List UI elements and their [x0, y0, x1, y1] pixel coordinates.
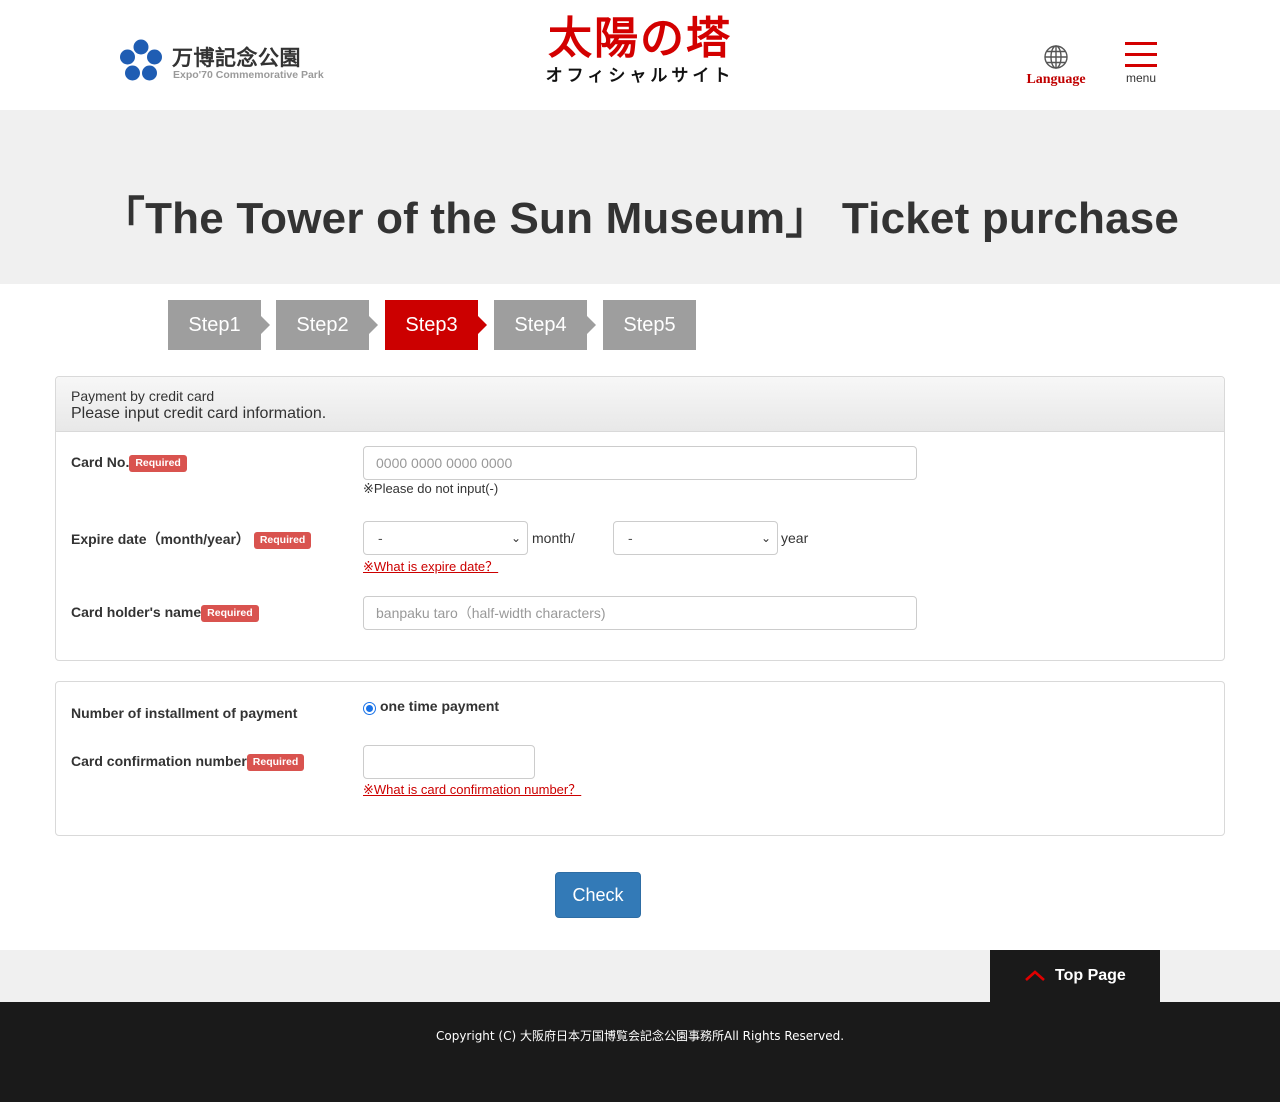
card-number-label: Card No. Required: [71, 454, 187, 472]
site-subtitle: オフィシャルサイト: [545, 66, 735, 86]
step-1: Step1: [168, 300, 270, 350]
site-title: 太陽の塔: [548, 13, 732, 64]
one-time-payment-label[interactable]: one time payment: [380, 698, 499, 714]
expire-date-label-text: Expire date（month/year）: [71, 531, 250, 547]
panel-heading-small: Payment by credit card: [71, 388, 215, 404]
card-holder-label: Card holder's name Required: [71, 604, 259, 622]
footer-copyright: Copyright (C) 大阪府日本万国博覧会記念公園事務所All Right…: [435, 1029, 845, 1043]
hamburger-icon-bar: [1125, 53, 1157, 56]
top-page-button[interactable]: Top Page: [990, 950, 1160, 1002]
expire-month-value: -: [378, 530, 383, 546]
top-page-label: Top Page: [1055, 967, 1126, 984]
card-holder-label-text: Card holder's name: [71, 604, 202, 620]
required-badge: Required: [129, 455, 187, 472]
hamburger-icon-bar: [1125, 64, 1157, 67]
expire-month-select[interactable]: - ⌄: [363, 521, 528, 555]
menu-label: menu: [1125, 71, 1157, 85]
expo-flower-icon: [120, 39, 162, 81]
park-logo-english: Expo'70 Commemorative Park: [173, 69, 324, 81]
globe-icon: [1044, 45, 1068, 69]
check-button[interactable]: Check: [555, 872, 641, 918]
month-unit-label: month/: [532, 530, 575, 546]
panel-heading-main: Please input credit card information.: [71, 405, 327, 422]
hamburger-icon: [1125, 42, 1157, 45]
year-unit-label: year: [781, 530, 809, 546]
payment-options-panel: Number of installment of payment one tim…: [55, 681, 1225, 836]
expo-park-logo[interactable]: 万博記念公園 Expo'70 Commemorative Park: [118, 38, 348, 86]
park-logo-japanese: 万博記念公園: [172, 46, 301, 70]
step-5: Step5: [603, 300, 696, 350]
required-badge: Required: [201, 605, 259, 622]
tower-of-sun-logo[interactable]: 太陽の塔 オフィシャルサイト: [540, 13, 740, 87]
expire-year-value: -: [628, 530, 633, 546]
required-badge: Required: [253, 532, 312, 549]
menu-button[interactable]: menu: [1118, 42, 1164, 85]
chevron-up-icon: [1025, 970, 1045, 981]
card-holder-input[interactable]: banpaku taro（half-width characters): [363, 596, 917, 630]
step-3-active: Step3: [385, 300, 487, 350]
one-time-payment-radio[interactable]: [363, 702, 376, 715]
site-header: 万博記念公園 Expo'70 Commemorative Park 太陽の塔 オ…: [0, 0, 1280, 110]
expire-date-help-link[interactable]: ※What is expire date？: [363, 556, 498, 575]
chevron-down-icon: ⌄: [760, 531, 771, 545]
page-title: 「The Tower of the Sun Museum」 Ticket pur…: [100, 194, 1180, 243]
confirmation-number-label-text: Card confirmation number: [71, 753, 247, 769]
card-number-note: ※Please do not input(-): [363, 481, 499, 496]
required-badge: Required: [246, 754, 305, 771]
step-4: Step4: [494, 300, 596, 350]
title-band: 「The Tower of the Sun Museum」 Ticket pur…: [0, 110, 1280, 284]
language-label: Language: [1026, 72, 1086, 87]
chevron-down-icon: ⌄: [510, 531, 521, 545]
card-number-input[interactable]: 0000 0000 0000 0000: [363, 446, 917, 480]
confirmation-number-label: Card confirmation number Required: [71, 753, 305, 771]
language-button[interactable]: Language: [1014, 44, 1098, 88]
expire-date-label: Expire date（month/year） Required: [71, 529, 312, 549]
credit-card-panel-heading: Payment by credit card Please input cred…: [56, 377, 1224, 432]
card-number-label-text: Card No.: [71, 454, 130, 470]
confirmation-number-input[interactable]: [363, 745, 535, 779]
confirmation-number-help-link[interactable]: ※What is card confirmation number？: [363, 779, 581, 798]
credit-card-panel: Payment by credit card Please input cred…: [55, 376, 1225, 661]
installment-label: Number of installment of payment: [71, 705, 298, 721]
expire-year-select[interactable]: - ⌄: [613, 521, 778, 555]
site-footer: Copyright (C) 大阪府日本万国博覧会記念公園事務所All Right…: [0, 1002, 1280, 1102]
step-2: Step2: [276, 300, 378, 350]
